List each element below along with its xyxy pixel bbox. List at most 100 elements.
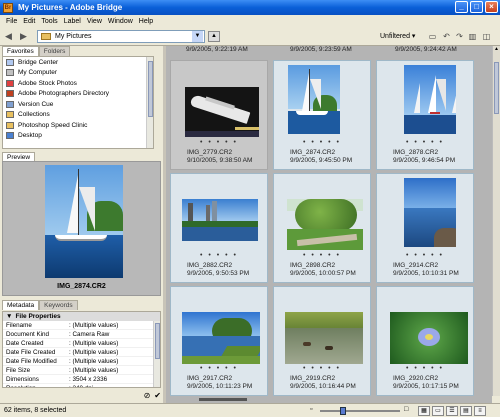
compact-mode-icon[interactable]: ◫: [481, 31, 492, 42]
rating-dots[interactable]: • • • • •: [377, 139, 473, 146]
metadata-row: Document Kind: Camera Raw: [3, 330, 160, 339]
rating-dots[interactable]: • • • • •: [274, 139, 370, 146]
trash-icon[interactable]: ▥: [467, 31, 478, 42]
thumbnail-date: 9/9/2005, 10:17:15 PM: [393, 383, 459, 390]
thumbnail-image: [404, 178, 456, 247]
thumbnail-filename: IMG_2917.CR2: [187, 375, 233, 382]
thumbnail-size-slider-thumb[interactable]: [340, 407, 346, 415]
metadata-row: Date Created: (Multiple values): [3, 339, 160, 348]
favorite-item[interactable]: Adobe Photographers Directory: [3, 89, 153, 100]
tab-folders[interactable]: Folders: [38, 46, 71, 56]
new-folder-icon[interactable]: ▭: [427, 31, 438, 42]
rating-dots[interactable]: • • • • •: [171, 139, 267, 146]
thumbnail-filename: IMG_2882.CR2: [187, 262, 233, 269]
metadata-row: Dimensions: 3504 x 2336: [3, 375, 160, 384]
tab-favorites[interactable]: Favorites: [2, 46, 39, 56]
tab-keywords[interactable]: Keywords: [39, 300, 78, 310]
horizontal-scrollbar[interactable]: [166, 396, 492, 403]
rotate-left-icon[interactable]: ↶: [441, 31, 452, 42]
favorite-item-label: Collections: [18, 111, 50, 119]
minimize-button[interactable]: _: [455, 1, 468, 13]
rating-dots[interactable]: • • • • •: [171, 365, 267, 372]
versions-view-icon[interactable]: ▤: [460, 406, 472, 416]
thumbnail-filename: IMG_2920.CR2: [393, 375, 439, 382]
favorite-item-icon: [6, 121, 14, 129]
checkmark-icon[interactable]: ✔: [154, 391, 161, 401]
content-scroll-thumb[interactable]: [494, 62, 499, 114]
filter-dropdown[interactable]: Unfiltered ▾: [380, 32, 415, 40]
favorite-item-icon: [6, 79, 14, 87]
menu-help[interactable]: Help: [139, 18, 153, 25]
rating-dots[interactable]: • • • • •: [274, 365, 370, 372]
metadata-key: Dimensions: [6, 375, 39, 383]
favorite-item-icon: [6, 111, 14, 119]
partial-tile-date: 9/9/2005, 9:22:19 AM: [186, 46, 248, 53]
list-view-icon[interactable]: ≡: [474, 406, 486, 416]
content-scrollbar[interactable]: ▲: [492, 46, 500, 396]
filmstrip-view-icon[interactable]: ▭: [432, 406, 444, 416]
favorites-scrollbar[interactable]: [146, 57, 153, 148]
metadata-value: : (Multiple values): [69, 339, 119, 347]
menu-bar: File Edit Tools Label View Window Help: [0, 15, 500, 27]
go-up-folder-icon[interactable]: ▲: [208, 31, 220, 42]
thumbnail-tile[interactable]: • • • • • IMG_2779.CR2 9/10/2005, 9:38:50 …: [170, 60, 268, 170]
thumbnails-view-icon[interactable]: ▦: [418, 406, 430, 416]
favorite-item[interactable]: My Computer: [3, 68, 153, 79]
rating-dots[interactable]: • • • • •: [377, 252, 473, 259]
horizontal-scroll-thumb[interactable]: [199, 398, 247, 401]
metadata-section-header[interactable]: ▼ File Properties: [3, 312, 160, 321]
chevron-down-icon[interactable]: ▼: [192, 31, 203, 42]
details-view-icon[interactable]: ☰: [446, 406, 458, 416]
favorite-item[interactable]: Collections: [3, 110, 153, 121]
favorite-item[interactable]: Adobe Stock Photos: [3, 78, 153, 89]
thumbnail-tile[interactable]: • • • • • IMG_2878.CR2 9/9/2005, 9:46:54 P…: [376, 60, 474, 170]
metadata-key: Resolution: [6, 384, 36, 388]
thumbnail-tile[interactable]: • • • • • IMG_2898.CR2 9/9/2005, 10:00:57 …: [273, 173, 371, 283]
favorite-item[interactable]: Version Cue: [3, 99, 153, 110]
forward-arrow-icon[interactable]: ▶: [20, 31, 27, 42]
preview-image: [45, 165, 123, 278]
thumbnail-date: 9/9/2005, 10:16:44 PM: [290, 383, 356, 390]
zoom-in-icon[interactable]: □: [404, 406, 408, 413]
menu-edit[interactable]: Edit: [23, 18, 35, 25]
no-entry-icon[interactable]: ⊘: [144, 391, 151, 401]
menu-label[interactable]: Label: [64, 18, 81, 25]
menu-tools[interactable]: Tools: [41, 18, 57, 25]
favorite-item-label: Version Cue: [18, 100, 54, 108]
close-button[interactable]: ×: [485, 1, 498, 13]
maximize-button[interactable]: □: [470, 1, 483, 13]
rotate-right-icon[interactable]: ↷: [454, 31, 465, 42]
thumbnail-tile[interactable]: • • • • • IMG_2917.CR2 9/9/2005, 10:11:23 …: [170, 286, 268, 396]
title-bar: Br My Pictures - Adobe Bridge _ □ ×: [0, 0, 500, 15]
rating-dots[interactable]: • • • • •: [377, 365, 473, 372]
favorite-item[interactable]: Photoshop Speed Clinic: [3, 120, 153, 131]
metadata-scroll-thumb[interactable]: [155, 323, 160, 359]
thumbnail-filename: IMG_2919.CR2: [290, 375, 336, 382]
menu-file[interactable]: File: [6, 18, 17, 25]
rating-dots[interactable]: • • • • •: [171, 252, 267, 259]
thumbnail-tile[interactable]: • • • • • IMG_2920.CR2 9/9/2005, 10:17:15 …: [376, 286, 474, 396]
zoom-out-icon[interactable]: ▫: [310, 406, 312, 413]
metadata-scrollbar[interactable]: [153, 321, 160, 387]
thumbnail-filename: IMG_2874.CR2: [290, 149, 336, 156]
thumbnail-tile[interactable]: • • • • • IMG_2919.CR2 9/9/2005, 10:16:44 …: [273, 286, 371, 396]
favorite-item[interactable]: Desktop: [3, 131, 153, 142]
path-dropdown[interactable]: My Pictures ▼: [37, 30, 205, 43]
tab-metadata[interactable]: Metadata: [2, 300, 40, 310]
preview-panel: IMG_2874.CR2: [2, 161, 161, 296]
scroll-up-icon[interactable]: ▲: [494, 46, 499, 52]
thumbnail-size-slider[interactable]: [320, 407, 400, 415]
thumbnail-tile[interactable]: • • • • • IMG_2882.CR2 9/9/2005, 9:50:53 P…: [170, 173, 268, 283]
preview-caption: IMG_2874.CR2: [57, 283, 106, 290]
thumbnail-tile[interactable]: • • • • • IMG_2914.CR2 9/9/2005, 10:10:31 …: [376, 173, 474, 283]
menu-window[interactable]: Window: [108, 18, 133, 25]
metadata-key: File Size: [6, 366, 31, 374]
metadata-section-title: File Properties: [15, 313, 61, 320]
rating-dots[interactable]: • • • • •: [274, 252, 370, 259]
back-arrow-icon[interactable]: ◀: [5, 31, 12, 42]
thumbnail-tile[interactable]: • • • • • IMG_2874.CR2 9/9/2005, 9:45:50 P…: [273, 60, 371, 170]
favorite-item-icon: [6, 132, 14, 140]
favorites-scroll-thumb[interactable]: [148, 61, 153, 117]
favorite-item[interactable]: Bridge Center: [3, 57, 153, 68]
menu-view[interactable]: View: [87, 18, 102, 25]
